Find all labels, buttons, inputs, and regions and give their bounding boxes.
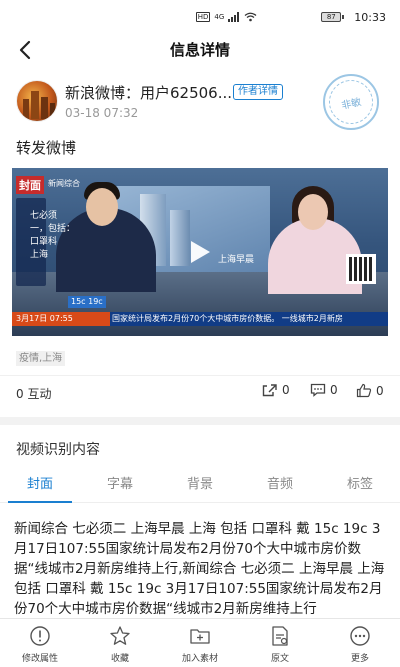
comment-count: 0 <box>330 383 338 397</box>
tab-background[interactable]: 背景 <box>160 469 240 502</box>
program-label: 上海早晨 <box>218 255 255 265</box>
more-label: 更多 <box>350 654 369 664</box>
comment-stat[interactable]: 0 <box>310 383 338 397</box>
more-button[interactable]: 更多 <box>320 619 400 667</box>
tag-chip[interactable]: 疫情,上海 <box>16 351 66 366</box>
stamp-label: 非敏 <box>324 75 378 129</box>
tab-audio[interactable]: 音频 <box>240 469 320 502</box>
more-dots-icon <box>349 625 371 647</box>
signal-icon: 4G <box>214 13 225 21</box>
status-icons: HD 4G <box>195 12 258 22</box>
tab-tags[interactable]: 标签 <box>320 469 400 502</box>
share-stat[interactable]: 0 <box>262 383 290 397</box>
recognition-tabs: 封面 字幕 背景 音频 标签 <box>0 469 400 503</box>
status-bar: HD 4G 87 10:33 <box>0 0 400 34</box>
video-player[interactable]: 封面 新闻综合 七必须 一，包括： 口罩科 上海 上海早晨 15c 19c 国家… <box>12 168 388 336</box>
original-text-label: 原文 <box>270 654 289 664</box>
share-count: 0 <box>282 383 290 397</box>
bottom-toolbar: 修改属性 收藏 加入素材 原文 更多 <box>0 618 400 667</box>
share-icon <box>262 384 277 397</box>
tab-subtitles[interactable]: 字幕 <box>80 469 160 502</box>
signal-bars-icon <box>228 12 240 22</box>
channel-logo: 新闻综合 <box>48 179 80 188</box>
folder-add-icon <box>189 625 211 647</box>
author-row: 新浪微博：用户62506... 作者详情 03-18 07:32 非敏 <box>0 74 400 138</box>
video-cover-badge: 封面 <box>16 176 44 194</box>
section-title: 视频识别内容 <box>16 442 100 458</box>
interaction-count: 0 互动 <box>16 387 52 401</box>
tag-list: 疫情,上海 <box>16 346 384 366</box>
page-title: 信息详情 <box>169 40 230 59</box>
star-icon <box>109 625 131 647</box>
wifi-icon <box>244 12 257 22</box>
comment-icon <box>310 383 326 397</box>
post-text: 转发微博 <box>16 139 77 157</box>
back-arrow-icon <box>19 40 31 60</box>
weather-badge: 15c 19c <box>68 296 106 308</box>
back-button[interactable] <box>12 37 38 63</box>
edit-attributes-label: 修改属性 <box>21 654 58 664</box>
like-count: 0 <box>376 383 384 398</box>
thumbs-up-icon <box>356 383 372 398</box>
status-time: 10:33 <box>354 10 386 24</box>
original-text-button[interactable]: 原文 <box>240 619 320 667</box>
qr-code <box>346 254 376 284</box>
favorite-button[interactable]: 收藏 <box>80 619 160 667</box>
document-icon <box>269 625 291 647</box>
stats-row: 0 互动 0 0 0 <box>0 375 400 405</box>
info-circle-icon <box>29 625 51 647</box>
avatar[interactable] <box>16 80 58 122</box>
edit-attributes-button[interactable]: 修改属性 <box>0 619 80 667</box>
add-material-label: 加入素材 <box>181 654 218 664</box>
add-material-button[interactable]: 加入素材 <box>160 619 240 667</box>
battery-icon: 87 <box>321 12 345 22</box>
post-time: 03-18 07:32 <box>65 106 139 120</box>
play-icon <box>191 241 210 263</box>
battery-level: 87 <box>321 12 342 22</box>
like-stat[interactable]: 0 <box>356 383 384 398</box>
favorite-label: 收藏 <box>110 654 129 664</box>
section-divider <box>0 417 400 425</box>
play-button[interactable] <box>187 239 213 265</box>
tab-cover[interactable]: 封面 <box>0 469 80 503</box>
author-detail-button[interactable]: 作者详情 <box>233 84 283 100</box>
sensitivity-stamp: 非敏 <box>323 74 379 130</box>
hd-network-icon: HD <box>195 12 211 22</box>
nav-bar: 信息详情 <box>0 34 400 64</box>
author-name[interactable]: 新浪微博：用户62506... <box>65 82 232 103</box>
side-caption: 七必须 一，包括： 口罩科 上海 <box>30 211 76 260</box>
broadcast-date: 3月17日 07:55 <box>12 312 110 326</box>
